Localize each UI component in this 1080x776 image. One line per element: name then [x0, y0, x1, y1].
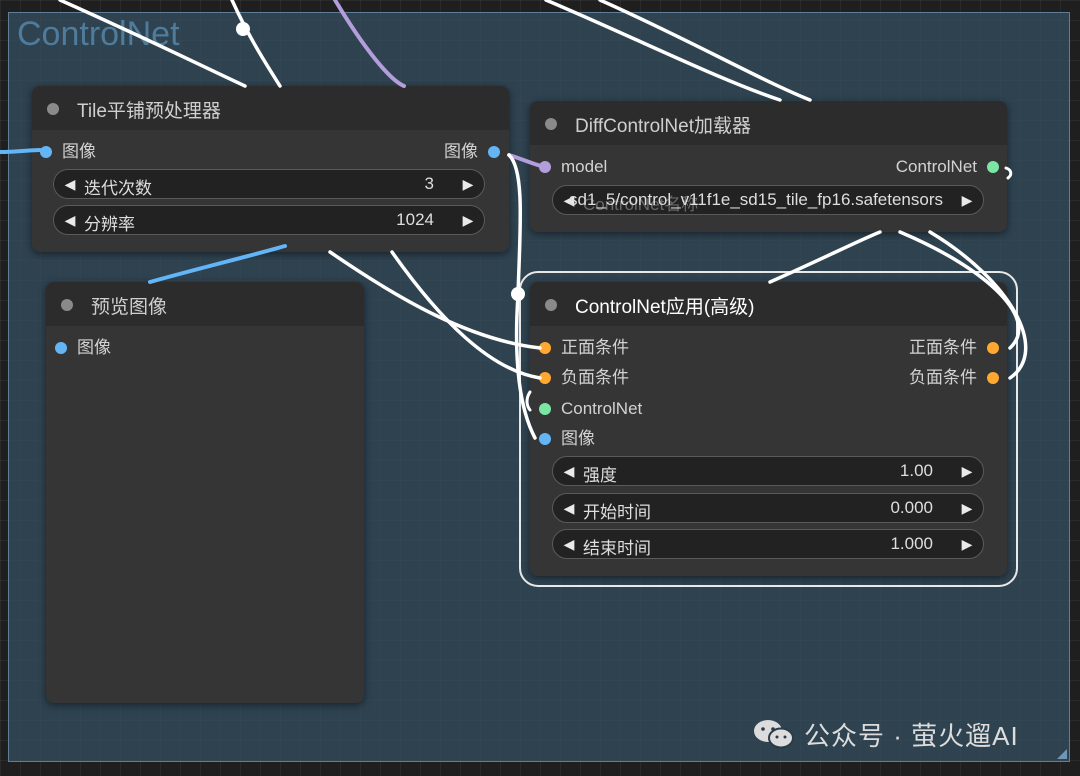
- widget-value[interactable]: 1024: [396, 210, 434, 230]
- slot-label: 图像: [561, 429, 595, 448]
- slot-dot[interactable]: [987, 372, 999, 384]
- slot-label: 图像: [77, 338, 111, 357]
- node-header[interactable]: Tile平铺预处理器: [32, 86, 509, 130]
- slot-dot[interactable]: [539, 433, 551, 445]
- node-collapse-dot[interactable]: [545, 118, 557, 130]
- widget-label: 开始时间: [583, 503, 651, 522]
- widget-strength[interactable]: ◀ 强度 1.00 ▶: [552, 456, 984, 486]
- slot-label: 负面条件: [909, 368, 977, 387]
- increment-arrow-icon[interactable]: ▶: [959, 462, 975, 480]
- output-slot-controlnet[interactable]: ControlNet: [896, 156, 999, 178]
- slot-dot[interactable]: [539, 161, 551, 173]
- decrement-arrow-icon[interactable]: ◀: [561, 499, 577, 517]
- increment-arrow-icon[interactable]: ▶: [460, 175, 476, 193]
- widget-label: 结束时间: [583, 539, 651, 558]
- slot-dot[interactable]: [987, 342, 999, 354]
- slot-dot[interactable]: [55, 342, 67, 354]
- slot-dot[interactable]: [488, 146, 500, 158]
- widget-start-percent[interactable]: ◀ 开始时间 0.000 ▶: [552, 493, 984, 523]
- node-header[interactable]: ControlNet应用(高级): [530, 282, 1007, 326]
- slot-dot[interactable]: [539, 403, 551, 415]
- node-preview-image[interactable]: 预览图像 图像: [46, 282, 364, 703]
- widget-resolution[interactable]: ◀ 分辨率 1024 ▶: [53, 205, 485, 235]
- widget-value[interactable]: 1.000: [890, 534, 933, 554]
- widget-label: 迭代次数: [84, 179, 152, 198]
- node-collapse-dot[interactable]: [47, 103, 59, 115]
- input-slot-negative[interactable]: 负面条件: [539, 367, 629, 389]
- widget-value[interactable]: 1.00: [900, 461, 933, 481]
- slot-label: 负面条件: [561, 368, 629, 387]
- node-graph-canvas[interactable]: ControlNet Tile平铺预处理器 图像 图像 ◀ 迭代次数 3 ▶ ◀…: [0, 0, 1080, 776]
- widget-value[interactable]: sd1_5/control_v11f1e_sd15_tile_fp16.safe…: [553, 190, 943, 210]
- slot-dot[interactable]: [539, 342, 551, 354]
- widget-iterations[interactable]: ◀ 迭代次数 3 ▶: [53, 169, 485, 199]
- input-slot-image[interactable]: 图像: [539, 428, 595, 450]
- slot-label: model: [561, 157, 608, 176]
- increment-arrow-icon[interactable]: ▶: [460, 211, 476, 229]
- slot-label: 正面条件: [561, 338, 629, 357]
- node-collapse-dot[interactable]: [545, 299, 557, 311]
- node-tile-preprocessor[interactable]: Tile平铺预处理器 图像 图像 ◀ 迭代次数 3 ▶ ◀ 分辨率 1024 ▶: [32, 86, 509, 252]
- node-title: ControlNet应用(高级): [575, 297, 755, 318]
- slot-label: 图像: [62, 142, 96, 161]
- input-slot-model[interactable]: model: [539, 156, 607, 178]
- output-slot-image[interactable]: 图像: [444, 141, 500, 163]
- wechat-icon: [754, 720, 794, 749]
- input-slot-image[interactable]: 图像: [55, 337, 111, 359]
- input-slot-positive[interactable]: 正面条件: [539, 337, 629, 359]
- group-resize-handle[interactable]: [1057, 749, 1067, 759]
- node-collapse-dot[interactable]: [61, 299, 73, 311]
- widget-label: 强度: [583, 466, 617, 485]
- watermark-text: 公众号 · 萤火遛AI: [804, 721, 1019, 751]
- node-controlnet-apply-advanced[interactable]: ControlNet应用(高级) 正面条件 负面条件 ControlNet 图像…: [519, 271, 1018, 587]
- input-slot-controlnet[interactable]: ControlNet: [539, 398, 642, 420]
- slot-label: ControlNet: [895, 157, 977, 176]
- output-slot-positive[interactable]: 正面条件: [909, 337, 999, 359]
- increment-arrow-icon[interactable]: ▶: [959, 191, 975, 209]
- slot-dot[interactable]: [987, 161, 999, 173]
- widget-label: 分辨率: [84, 215, 135, 234]
- slot-dot[interactable]: [539, 372, 551, 384]
- increment-arrow-icon[interactable]: ▶: [959, 535, 975, 553]
- widget-value[interactable]: 0.000: [890, 498, 933, 518]
- decrement-arrow-icon[interactable]: ◀: [62, 175, 78, 193]
- slot-label: 正面条件: [909, 338, 977, 357]
- group-title[interactable]: ControlNet: [17, 15, 180, 54]
- node-title: DiffControlNet加载器: [575, 116, 751, 137]
- node-header[interactable]: DiffControlNet加载器: [530, 101, 1007, 145]
- decrement-arrow-icon[interactable]: ◀: [561, 462, 577, 480]
- node-header[interactable]: 预览图像: [46, 282, 364, 326]
- slot-label: 图像: [444, 142, 478, 161]
- widget-end-percent[interactable]: ◀ 结束时间 1.000 ▶: [552, 529, 984, 559]
- decrement-arrow-icon[interactable]: ◀: [62, 211, 78, 229]
- output-slot-negative[interactable]: 负面条件: [909, 367, 999, 389]
- widget-value[interactable]: 3: [425, 174, 434, 194]
- slot-dot[interactable]: [40, 146, 52, 158]
- widget-controlnet-name[interactable]: ◀ ControlNet名称 sd1_5/control_v11f1e_sd15…: [552, 185, 984, 215]
- node-diffcontrolnet-loader[interactable]: DiffControlNet加载器 model ControlNet ◀ Con…: [530, 101, 1007, 232]
- decrement-arrow-icon[interactable]: ◀: [561, 535, 577, 553]
- input-slot-image[interactable]: 图像: [40, 141, 96, 163]
- node-title: Tile平铺预处理器: [77, 101, 221, 122]
- increment-arrow-icon[interactable]: ▶: [959, 499, 975, 517]
- node-title: 预览图像: [91, 297, 168, 318]
- slot-label: ControlNet: [561, 399, 643, 418]
